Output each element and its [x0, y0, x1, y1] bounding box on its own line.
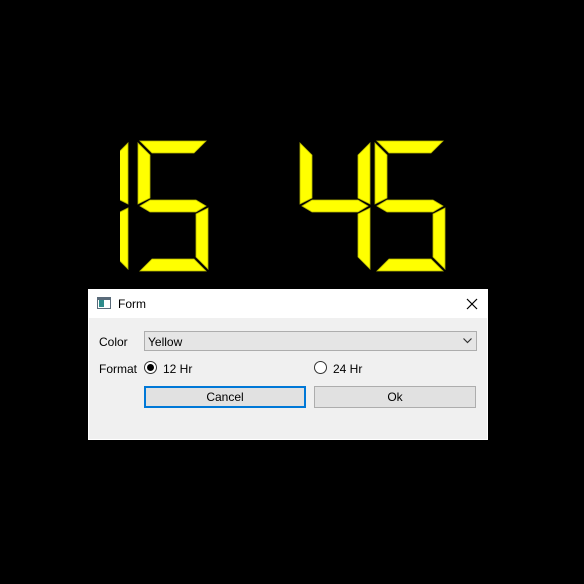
hour-tens-digit: [120, 142, 129, 270]
segment-g: [376, 199, 444, 213]
segment-f: [374, 142, 388, 205]
radio-selected-dot: [147, 364, 154, 371]
segment-a: [139, 140, 207, 154]
segment-g: [139, 199, 207, 213]
format-24hr-radio[interactable]: [314, 361, 327, 374]
close-icon: [466, 298, 478, 310]
color-select[interactable]: Yellow: [144, 331, 477, 351]
form-dialog: Form Color Yellow Format 12 Hr 24 Hr Can…: [88, 289, 488, 440]
digital-clock: [120, 138, 450, 278]
close-button[interactable]: [461, 294, 483, 314]
minute-ones-digit: [374, 140, 446, 272]
format-24hr-label[interactable]: 24 Hr: [333, 362, 362, 376]
segment-d: [376, 258, 444, 272]
segment-f: [299, 142, 313, 205]
segment-f: [137, 142, 151, 205]
color-select-value: Yellow: [148, 335, 183, 349]
form-app-icon: [97, 297, 111, 309]
hour-ones-digit: [137, 140, 209, 272]
minute-tens-digit: [299, 142, 371, 270]
ok-button[interactable]: Ok: [314, 386, 476, 408]
format-label: Format: [99, 362, 138, 376]
segment-a: [376, 140, 444, 154]
segment-c: [357, 207, 371, 270]
segment-g: [301, 199, 369, 213]
segment-c: [432, 207, 446, 270]
segment-b: [357, 142, 371, 205]
format-12hr-radio[interactable]: [144, 361, 157, 374]
desktop-background: Form Color Yellow Format 12 Hr 24 Hr Can…: [0, 0, 584, 584]
cancel-button[interactable]: Cancel: [144, 386, 306, 408]
format-12hr-label[interactable]: 12 Hr: [163, 362, 192, 376]
dialog-title: Form: [118, 297, 146, 311]
segment-c: [195, 207, 209, 270]
segment-b: [120, 142, 129, 205]
title-bar[interactable]: Form: [89, 290, 487, 318]
clock-display: [120, 140, 446, 272]
segment-d: [139, 258, 207, 272]
segment-c: [120, 207, 129, 270]
chevron-down-icon: [463, 338, 472, 344]
color-label: Color: [99, 335, 128, 349]
